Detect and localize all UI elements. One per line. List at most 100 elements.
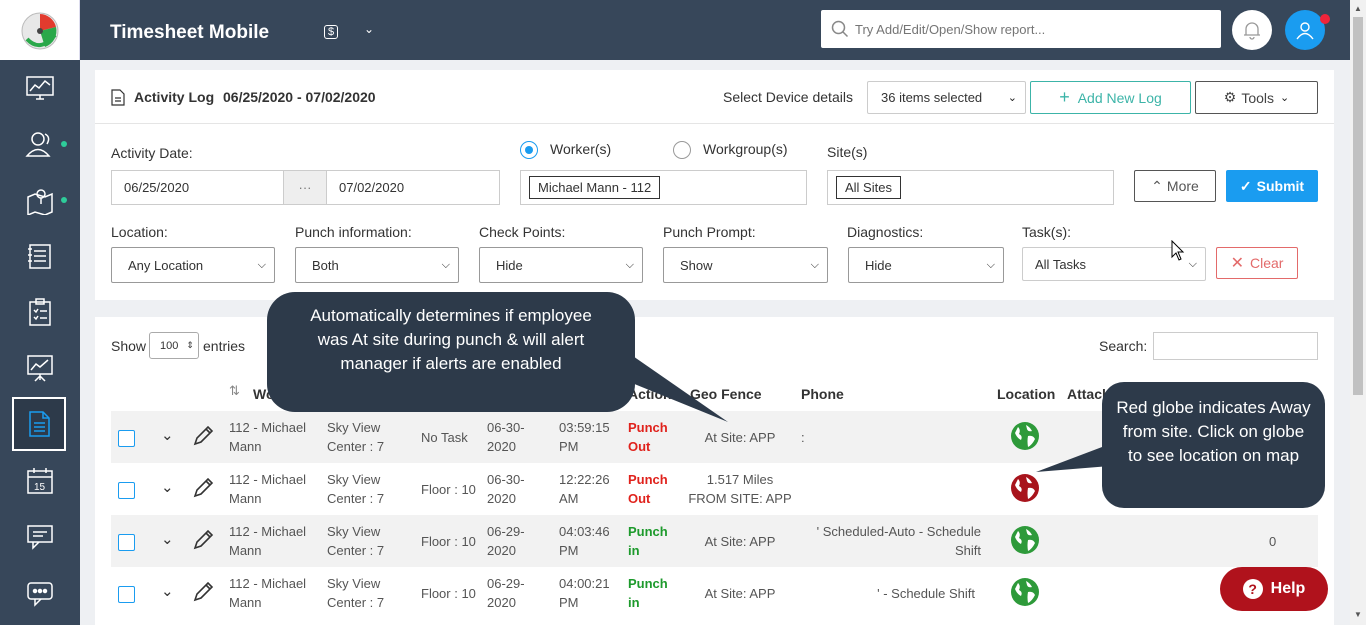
edit-pencil-icon[interactable]: [192, 529, 214, 551]
column-phone[interactable]: Phone: [801, 386, 844, 402]
expand-chevron-icon[interactable]: ⌄: [161, 426, 174, 445]
punch-prompt-value: Show: [680, 257, 713, 273]
status-dot: [61, 141, 67, 147]
site-cell: Sky View Center : 7: [327, 420, 385, 454]
tools-button[interactable]: ⚙ Tools ⌄: [1195, 81, 1318, 114]
scroll-up-arrow[interactable]: ▲: [1354, 4, 1362, 13]
site-cell: Sky View Center : 7: [327, 576, 385, 610]
row-checkbox[interactable]: [118, 482, 135, 499]
action-cell: Punch in: [628, 576, 668, 610]
date-cell: 06-29-2020: [487, 576, 525, 610]
row-checkbox[interactable]: [118, 586, 135, 603]
phone-cell: :: [801, 430, 805, 445]
submit-button[interactable]: ✓ Submit: [1226, 170, 1318, 202]
help-label: Help: [1270, 580, 1306, 597]
geofence-callout: Automatically determines if employee was…: [267, 292, 635, 412]
column-location[interactable]: Location: [997, 386, 1055, 402]
expand-chevron-icon[interactable]: ⌄: [161, 478, 174, 497]
location-select[interactable]: Any Location ⌵: [111, 247, 275, 283]
site-label: Site(s): [827, 144, 868, 160]
expand-chevron-icon[interactable]: ⌄: [161, 530, 174, 549]
task-cell: Floor : 10: [421, 482, 476, 497]
green-globe-icon[interactable]: [1010, 577, 1040, 607]
more-button[interactable]: ⌃ More: [1134, 170, 1216, 202]
attach-count-cell: 0: [1269, 534, 1277, 549]
edit-pencil-icon[interactable]: [192, 425, 214, 447]
table-search-label: Search:: [1099, 338, 1148, 354]
chevron-down-icon[interactable]: ⌄: [364, 22, 374, 36]
nav-workers[interactable]: [0, 116, 80, 172]
logo-icon: [21, 12, 58, 50]
app-logo[interactable]: [0, 0, 80, 60]
top-header: Timesheet Mobile $ ⌄: [80, 0, 1350, 60]
nav-activity-log[interactable]: [12, 397, 66, 451]
checkpoints-select[interactable]: Hide ⌵: [479, 247, 643, 283]
device-select[interactable]: 36 items selected ⌄: [867, 81, 1026, 114]
action-cell: Punch in: [628, 524, 668, 558]
edit-pencil-icon[interactable]: [192, 581, 214, 603]
phone-cell: ' Scheduled-Auto - Schedule Shift: [816, 524, 981, 558]
search-input[interactable]: [855, 21, 1205, 37]
calendar-icon: 15: [27, 468, 53, 494]
worker-select[interactable]: Michael Mann - 112: [520, 170, 807, 205]
notifications-button[interactable]: [1232, 10, 1272, 50]
nav-reports[interactable]: [0, 340, 80, 396]
entries-select[interactable]: 100 ⇕: [149, 332, 199, 359]
expand-chevron-icon[interactable]: ⌄: [161, 582, 174, 601]
search-icon: [831, 20, 849, 38]
row-checkbox[interactable]: [118, 430, 135, 447]
time-cell: 04:00:21 PM: [559, 576, 610, 610]
workgroup-radio[interactable]: [673, 141, 691, 159]
clipboard-icon: [29, 298, 51, 326]
site-cell: Sky View Center : 7: [327, 524, 385, 558]
nav-timesheets[interactable]: [0, 228, 80, 284]
user-avatar-button[interactable]: [1285, 10, 1325, 50]
punch-info-value: Both: [312, 257, 339, 273]
panel-header: Activity Log 06/25/2020 - 07/02/2020 Sel…: [95, 70, 1334, 124]
tools-label: Tools: [1241, 89, 1275, 106]
close-icon: ✕: [1230, 255, 1244, 272]
worker-cell: 112 - Michael Mann: [229, 420, 307, 454]
site-select[interactable]: All Sites: [827, 170, 1114, 205]
clear-button[interactable]: ✕ Clear: [1216, 247, 1298, 279]
worker-radio[interactable]: [520, 141, 538, 159]
device-select-value: 36 items selected: [881, 90, 983, 105]
nav-messages[interactable]: [0, 509, 80, 565]
currency-selector[interactable]: $: [324, 22, 339, 39]
nav-schedule[interactable]: 15: [0, 453, 80, 509]
diagnostics-value: Hide: [865, 257, 892, 273]
sort-icon[interactable]: ⇅: [229, 383, 240, 399]
submit-label: Submit: [1256, 178, 1305, 194]
report-doc-icon: [111, 89, 125, 106]
plus-icon: +: [1059, 87, 1070, 107]
checkpoints-label: Check Points:: [479, 224, 566, 240]
chevron-down-icon: ⌄: [1280, 92, 1290, 104]
global-search[interactable]: [821, 10, 1221, 48]
nav-locations[interactable]: [0, 172, 80, 228]
table-search-input[interactable]: [1153, 332, 1318, 360]
nav-dashboard[interactable]: [0, 60, 80, 116]
date-from-input[interactable]: 06/25/2020: [111, 170, 284, 205]
nav-checklist[interactable]: [0, 284, 80, 340]
gear-icon: ⚙: [1223, 89, 1237, 105]
punch-info-select[interactable]: Both ⌵: [295, 247, 459, 283]
green-globe-icon[interactable]: [1010, 525, 1040, 555]
edit-pencil-icon[interactable]: [192, 477, 214, 499]
diagnostics-label: Diagnostics:: [847, 224, 924, 240]
chevron-down-icon: ⌵: [625, 258, 634, 271]
time-cell: 12:22:26 AM: [559, 472, 610, 506]
add-new-log-button[interactable]: + Add New Log: [1030, 81, 1191, 114]
bell-icon: [1244, 22, 1260, 40]
more-label: More: [1166, 178, 1199, 194]
scroll-down-arrow[interactable]: ▼: [1354, 610, 1362, 619]
diagnostics-select[interactable]: Hide ⌵: [848, 247, 1004, 283]
vertical-scrollbar[interactable]: ▲ ▼: [1350, 0, 1366, 625]
punch-prompt-select[interactable]: Show ⌵: [663, 247, 828, 283]
chevron-up-icon: ⌃: [1151, 177, 1163, 194]
scroll-thumb[interactable]: [1353, 17, 1363, 395]
help-button[interactable]: ? Help: [1220, 567, 1328, 611]
date-to-input[interactable]: 07/02/2020: [326, 170, 500, 205]
nav-comments[interactable]: [0, 565, 80, 621]
sidebar: 15: [0, 0, 80, 625]
row-checkbox[interactable]: [118, 534, 135, 551]
